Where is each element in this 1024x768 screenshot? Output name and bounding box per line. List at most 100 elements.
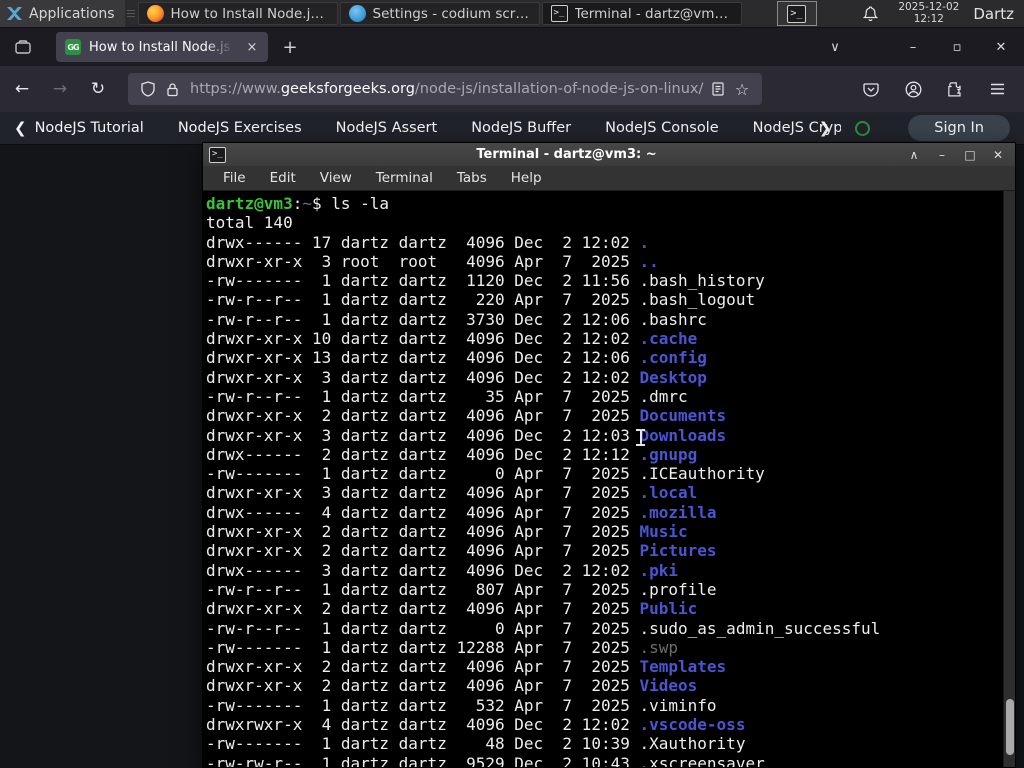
terminal-line: -rw-r--r-- 1 dartz dartz 35 Apr 7 2025 .… xyxy=(206,386,688,406)
terminal-scrollbar-thumb[interactable] xyxy=(1006,699,1014,755)
tab-list-chevron-icon[interactable]: ∨ xyxy=(826,40,844,55)
terminal-line: -rw-r--r-- 1 dartz dartz 0 Apr 7 2025 .s… xyxy=(206,618,881,638)
terminal-line: drwxrwxr-x 4 dartz dartz 4096 Dec 2 12:0… xyxy=(206,715,746,735)
nav-link-nodejs-buffer[interactable]: NodeJS Buffer xyxy=(471,120,571,136)
terminal-total-line: total 140 xyxy=(206,213,293,233)
terminal-line: drwxr-xr-x 3 dartz dartz 4096 Apr 7 2025… xyxy=(206,483,698,503)
terminal-prompt-line: dartz@vm3:~$ ls -la xyxy=(206,194,1001,213)
terminal-menu-terminal[interactable]: Terminal xyxy=(364,170,445,186)
terminal-shade-button[interactable]: ∧ xyxy=(907,148,921,162)
nav-scroll-left-icon[interactable]: ❮ xyxy=(0,119,35,137)
nav-link-nodejs-console[interactable]: NodeJS Console xyxy=(605,120,719,136)
file-name: .vscode-oss xyxy=(639,715,746,735)
panel-user-menu[interactable]: Dartz xyxy=(967,0,1024,27)
url-path: /node-js/installation-of-node-js-on-linu… xyxy=(414,81,704,97)
sign-in-button[interactable]: Sign In xyxy=(908,115,1010,141)
terminal-menu-file[interactable]: File xyxy=(211,170,258,186)
url-host: geeksforgeeks.org xyxy=(280,81,415,97)
tab-geeksforgeeks[interactable]: GG How to Install Node.js on × xyxy=(56,32,268,62)
file-name: Videos xyxy=(639,676,698,696)
back-button[interactable]: ← xyxy=(6,73,38,105)
url-text: https://www.geeksforgeeks.org/node-js/in… xyxy=(190,81,706,97)
nav-link-nodejs-tutorial[interactable]: NodeJS Tutorial xyxy=(35,120,144,136)
hamburger-menu-icon[interactable] xyxy=(982,74,1012,104)
terminal-menu-help[interactable]: Help xyxy=(499,170,554,186)
panel-window-buttons: How to Install Node.js o... Settings - co… xyxy=(137,0,743,27)
terminal-titlebar[interactable]: >_ Terminal - dartz@vm3: ~ ∧ – □ ✕ xyxy=(203,143,1015,166)
terminal-maximize-button[interactable]: □ xyxy=(963,148,977,162)
terminal-line: -rw------- 1 dartz dartz 532 Apr 7 2025 … xyxy=(206,695,717,715)
panel-window-button[interactable]: Settings - codium script... xyxy=(339,2,540,25)
terminal-line: drwxr-xr-x 13 dartz dartz 4096 Dec 2 12:… xyxy=(206,348,707,368)
url-bar[interactable]: https://www.geeksforgeeks.org/node-js/in… xyxy=(128,73,762,105)
terminal-menu-edit[interactable]: Edit xyxy=(258,170,308,186)
terminal-line: -rw------- 1 dartz dartz 1120 Dec 2 11:5… xyxy=(206,271,765,291)
terminal-icon: >_ xyxy=(550,5,568,22)
terminal-minimize-button[interactable]: – xyxy=(935,148,949,162)
terminal-content[interactable]: dartz@vm3:~$ ls -la total 140 drwx------… xyxy=(203,191,1015,767)
shield-icon xyxy=(136,81,160,97)
lock-icon[interactable] xyxy=(160,82,184,97)
terminal-caption-buttons: ∧ – □ ✕ xyxy=(907,148,1009,162)
firefox-view-button[interactable] xyxy=(8,33,38,61)
tasklist-handle xyxy=(126,0,135,27)
panel-clock[interactable]: 2025-12-02 12:12 xyxy=(890,0,967,27)
terminal-launcher-button[interactable]: >_ xyxy=(776,1,817,26)
terminal-line: drwxr-xr-x 2 dartz dartz 4096 Apr 7 2025… xyxy=(206,406,727,426)
terminal-close-button[interactable]: ✕ xyxy=(991,148,1005,162)
window-controls: ∨ – ▫ ✕ xyxy=(826,40,1024,55)
pocket-icon[interactable] xyxy=(856,74,886,104)
reader-mode-icon[interactable] xyxy=(706,82,730,96)
nav-scroll-right-icon[interactable]: ❯ xyxy=(819,119,838,137)
file-name: Desktop xyxy=(639,367,707,387)
window-button-label: How to Install Node.js o... xyxy=(170,5,329,22)
terminal-line: drwxr-xr-x 3 dartz dartz 4096 Dec 2 12:0… xyxy=(206,425,727,445)
panel-window-button[interactable]: >_ Terminal - dartz@vm3: ~ xyxy=(541,2,742,25)
new-tab-button[interactable]: + xyxy=(276,33,304,61)
terminal-line: -rw-r--r-- 1 dartz dartz 807 Apr 7 2025 … xyxy=(206,579,717,599)
terminal-launcher-icon: >_ xyxy=(787,4,807,23)
applications-label: Applications xyxy=(29,5,115,22)
file-name: .mozilla xyxy=(639,502,717,522)
file-name: .pki xyxy=(639,560,679,580)
extensions-puzzle-icon[interactable] xyxy=(940,74,970,104)
terminal-menu-view[interactable]: View xyxy=(308,170,364,186)
nav-link-nodejs-exercises[interactable]: NodeJS Exercises xyxy=(178,120,302,136)
panel-window-button[interactable]: How to Install Node.js o... xyxy=(137,2,338,25)
top-panel: Applications How to Install Node.js o...… xyxy=(0,0,1024,28)
terminal-line: drwxr-xr-x 10 dartz dartz 4096 Dec 2 12:… xyxy=(206,329,698,349)
terminal-line: -rw------- 1 dartz dartz 0 Apr 7 2025 .I… xyxy=(206,464,765,484)
panel-spacer xyxy=(743,0,777,27)
file-name: .cache xyxy=(639,329,698,349)
file-name: .config xyxy=(639,348,707,368)
file-name: Music xyxy=(639,522,688,542)
forward-button[interactable]: → xyxy=(44,73,76,105)
file-name: .gnupg xyxy=(639,444,698,464)
notifications-button[interactable] xyxy=(851,0,890,27)
tab-close-icon[interactable]: × xyxy=(242,37,262,57)
window-minimize-button[interactable]: – xyxy=(904,40,922,55)
window-button-label: Settings - codium script... xyxy=(372,5,531,22)
account-icon[interactable] xyxy=(898,74,928,104)
site-nav-items: NodeJS Tutorial NodeJS Exercises NodeJS As… xyxy=(35,120,841,136)
terminal-line: drwxr-xr-x 2 dartz dartz 4096 Apr 7 2025… xyxy=(206,676,698,696)
file-name: Public xyxy=(639,599,698,619)
window-close-button[interactable]: ✕ xyxy=(992,40,1010,55)
prompt-colon: : xyxy=(292,194,303,213)
search-icon[interactable] xyxy=(855,120,871,136)
file-name: .sudo_as_admin_successful xyxy=(639,618,881,638)
terminal-line: drwxr-xr-x 2 dartz dartz 4096 Apr 7 2025… xyxy=(206,599,698,619)
terminal-line: -rw------- 1 dartz dartz 48 Dec 2 10:39 … xyxy=(206,734,746,754)
nav-link-nodejs-assert[interactable]: NodeJS Assert xyxy=(336,120,438,136)
reload-button[interactable]: ↻ xyxy=(82,73,114,105)
applications-menu-button[interactable]: Applications xyxy=(0,0,125,27)
terminal-scrollbar[interactable] xyxy=(1003,191,1015,767)
tab-title: How to Install Node.js on xyxy=(89,39,234,55)
panel-date: 2025-12-02 xyxy=(898,1,960,13)
bookmark-star-icon[interactable]: ☆ xyxy=(730,80,754,99)
file-name: .ICEauthority xyxy=(639,464,765,484)
file-name: .xscreensaver xyxy=(639,753,765,767)
file-name: .swp xyxy=(639,637,679,657)
terminal-menu-tabs[interactable]: Tabs xyxy=(445,170,499,186)
window-maximize-button[interactable]: ▫ xyxy=(948,40,966,55)
